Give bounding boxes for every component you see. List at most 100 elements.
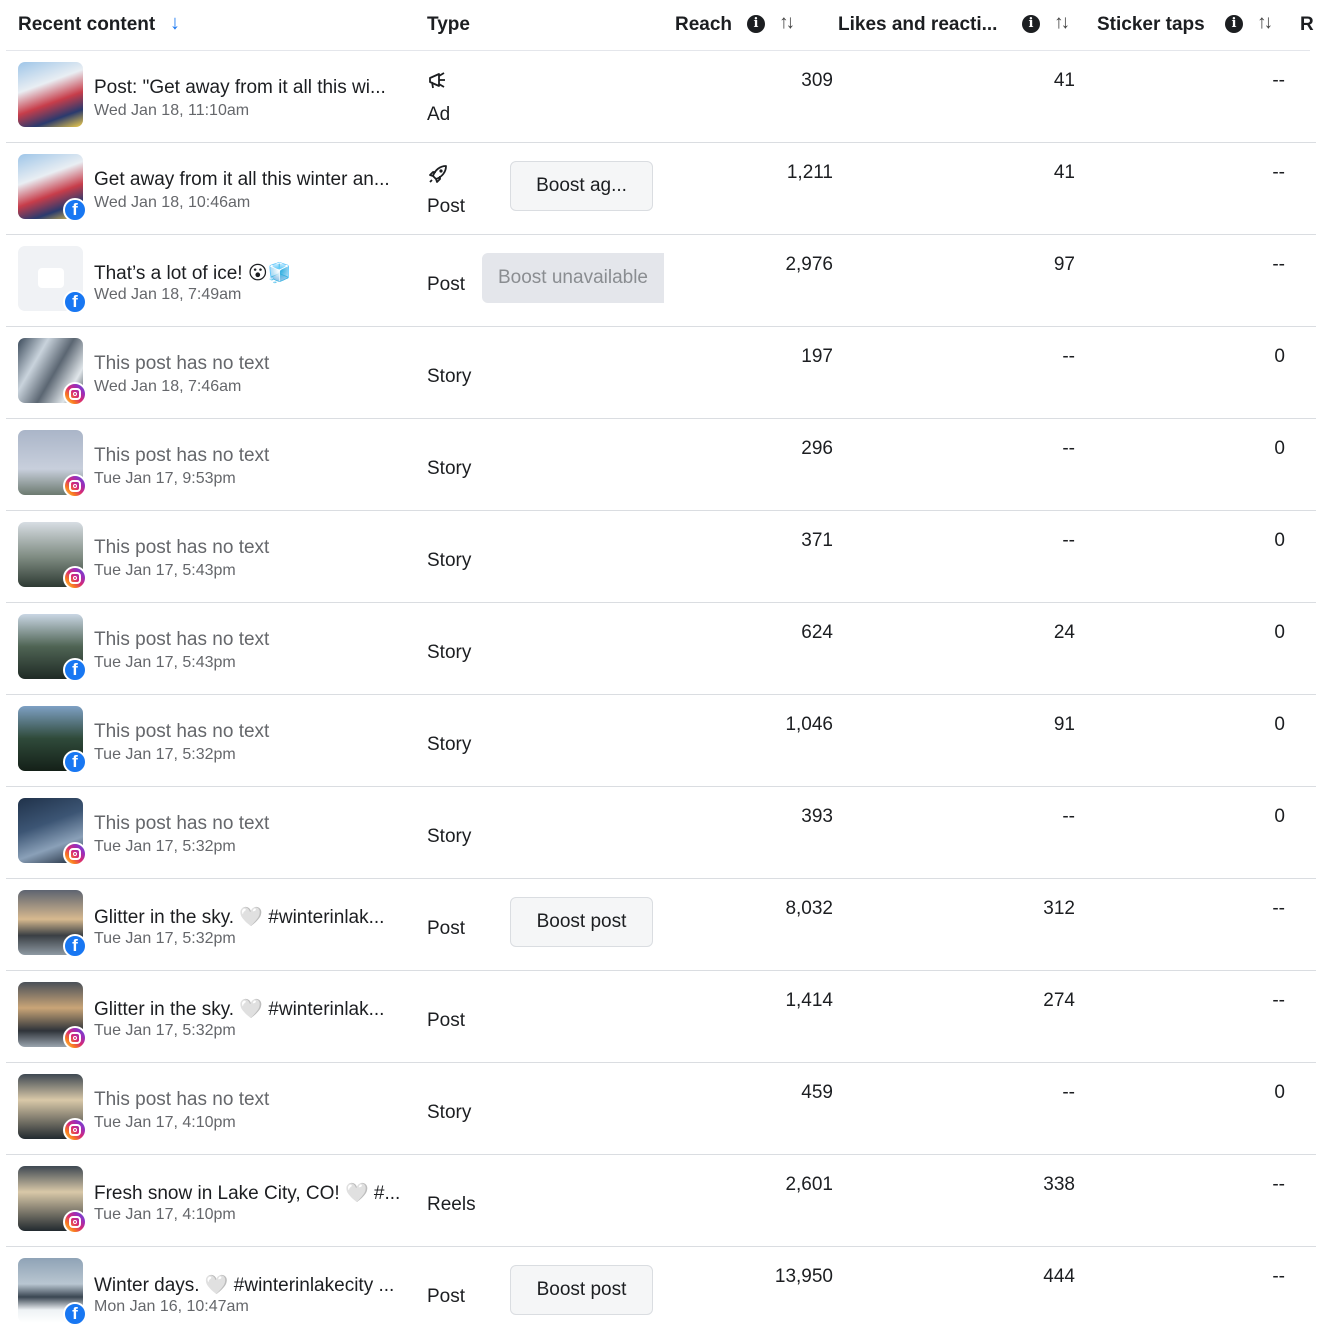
reach-value: 624 <box>801 622 833 643</box>
table-row[interactable]: Fresh snow in Lake City, CO! 🤍 #... Tue J… <box>6 1155 1316 1247</box>
reach-header[interactable]: Reach <box>675 14 732 36</box>
content-type: Story <box>427 366 472 387</box>
instagram-icon <box>63 842 87 866</box>
reach-value: 2,976 <box>785 254 833 275</box>
instagram-icon <box>63 566 87 590</box>
likes-value: 41 <box>1053 162 1075 183</box>
table-row[interactable]: f Winter days. 🤍 #winterinlakecity ... Mon… <box>6 1247 1316 1338</box>
table-row[interactable]: f Glitter in the sky. 🤍 #winterinlak... Tu… <box>6 879 1316 971</box>
sticker-taps-value: 0 <box>1274 1082 1285 1103</box>
sticker-info-icon[interactable]: i <box>1225 15 1243 33</box>
sticker-taps-header[interactable]: Sticker taps <box>1097 14 1205 36</box>
post-title[interactable]: This post has no text <box>94 353 269 375</box>
reach-info-icon[interactable]: i <box>747 15 765 33</box>
sticker-sort-icon[interactable]: ↑↓ <box>1257 12 1273 34</box>
post-date: Mon Jan 16, 10:47am <box>94 1298 249 1315</box>
sticker-taps-value: 0 <box>1274 622 1285 643</box>
post-title[interactable]: This post has no text <box>94 1089 269 1111</box>
sticker-taps-value: -- <box>1272 898 1285 919</box>
table-row[interactable]: This post has no text Tue Jan 17, 5:32pm S… <box>6 787 1316 879</box>
reach-value: 296 <box>801 438 833 459</box>
reach-value: 1,414 <box>785 990 833 1011</box>
likes-value: 24 <box>1053 622 1075 643</box>
post-title[interactable]: This post has no text <box>94 813 269 835</box>
table-row[interactable]: This post has no text Tue Jan 17, 5:43pm S… <box>6 511 1316 603</box>
sticker-taps-value: 0 <box>1274 346 1285 367</box>
reach-value: 1,046 <box>785 714 833 735</box>
likes-value: -- <box>1062 346 1075 367</box>
sort-descending-icon[interactable]: ↓ <box>170 12 180 35</box>
post-title[interactable]: Glitter in the sky. 🤍 #winterinlak... <box>94 997 384 1021</box>
boost-unavailable-button: Boost unavailable <box>482 253 664 303</box>
post-title[interactable]: Fresh snow in Lake City, CO! 🤍 #... <box>94 1181 400 1205</box>
boost-button[interactable]: Boost ag... <box>510 161 653 211</box>
table-row[interactable]: f That’s a lot of ice! 😮🧊 Wed Jan 18, 7:49… <box>6 235 1316 327</box>
facebook-icon: f <box>63 290 87 314</box>
likes-value: -- <box>1062 1082 1075 1103</box>
post-title[interactable]: Glitter in the sky. 🤍 #winterinlak... <box>94 905 384 929</box>
likes-value: 41 <box>1053 70 1075 91</box>
content-type: Story <box>427 550 472 571</box>
sticker-taps-value: 0 <box>1274 438 1285 459</box>
post-title[interactable]: This post has no text <box>94 629 269 651</box>
facebook-icon: f <box>63 198 87 222</box>
content-type: Story <box>427 734 472 755</box>
post-date: Wed Jan 18, 7:46am <box>94 378 242 395</box>
content-type: Story <box>427 458 472 479</box>
table-row[interactable]: f This post has no text Tue Jan 17, 5:32pm… <box>6 695 1316 787</box>
megaphone-icon <box>427 71 449 96</box>
post-date: Tue Jan 17, 5:43pm <box>94 562 236 579</box>
reach-sort-icon[interactable]: ↑↓ <box>779 12 795 34</box>
boost-button[interactable]: Boost post <box>510 1265 653 1315</box>
likes-value: 97 <box>1053 254 1075 275</box>
rocket-icon <box>427 163 449 190</box>
table-row[interactable]: This post has no text Wed Jan 18, 7:46am S… <box>6 327 1316 419</box>
table-row[interactable]: f This post has no text Tue Jan 17, 5:43pm… <box>6 603 1316 695</box>
likes-value: -- <box>1062 438 1075 459</box>
likes-value: -- <box>1062 806 1075 827</box>
content-type: Post <box>427 196 466 217</box>
likes-info-icon[interactable]: i <box>1022 15 1040 33</box>
likes-sort-icon[interactable]: ↑↓ <box>1054 12 1070 34</box>
table-row[interactable]: This post has no text Tue Jan 17, 9:53pm S… <box>6 419 1316 511</box>
reach-value: 13,950 <box>774 1266 833 1287</box>
boost-button[interactable]: Boost post <box>510 897 653 947</box>
recent-content-header[interactable]: Recent content <box>18 14 155 36</box>
likes-header[interactable]: Likes and reacti... <box>838 14 997 36</box>
table-row[interactable]: This post has no text Tue Jan 17, 4:10pm S… <box>6 1063 1316 1155</box>
content-type: Post <box>427 1286 466 1307</box>
post-date: Tue Jan 17, 5:43pm <box>94 654 236 671</box>
table-row[interactable]: f Get away from it all this winter an... W… <box>6 143 1316 235</box>
post-date: Tue Jan 17, 5:32pm <box>94 746 236 763</box>
sticker-taps-value: -- <box>1272 990 1285 1011</box>
content-type: Post <box>427 918 466 939</box>
post-title[interactable]: This post has no text <box>94 537 269 559</box>
post-title[interactable]: Winter days. 🤍 #winterinlakecity ... <box>94 1273 394 1297</box>
table-row[interactable]: Post: "Get away from it all this wi... We… <box>6 51 1316 143</box>
facebook-icon: f <box>63 934 87 958</box>
post-thumbnail[interactable] <box>18 62 83 127</box>
post-title[interactable]: Post: "Get away from it all this wi... <box>94 77 386 99</box>
reach-value: 1,211 <box>786 162 833 183</box>
facebook-icon: f <box>63 750 87 774</box>
content-type: Post <box>427 1010 466 1031</box>
content-type: Story <box>427 642 472 663</box>
content-type: Reels <box>427 1194 476 1215</box>
table-row[interactable]: Glitter in the sky. 🤍 #winterinlak... Tue… <box>6 971 1316 1063</box>
instagram-icon <box>63 1026 87 1050</box>
likes-value: 91 <box>1053 714 1075 735</box>
sticker-taps-value: 0 <box>1274 530 1285 551</box>
post-date: Tue Jan 17, 4:10pm <box>94 1114 236 1131</box>
facebook-icon: f <box>63 1302 87 1326</box>
reach-value: 393 <box>801 806 833 827</box>
likes-value: -- <box>1062 530 1075 551</box>
post-title[interactable]: That’s a lot of ice! 😮🧊 <box>94 261 291 285</box>
post-title[interactable]: Get away from it all this winter an... <box>94 169 390 191</box>
post-title[interactable]: This post has no text <box>94 721 269 743</box>
likes-value: 444 <box>1043 1266 1075 1287</box>
instagram-icon <box>63 382 87 406</box>
post-title[interactable]: This post has no text <box>94 445 269 467</box>
sticker-taps-value: -- <box>1272 162 1285 183</box>
post-date: Tue Jan 17, 5:32pm <box>94 838 236 855</box>
next-column-header[interactable]: R <box>1300 14 1314 36</box>
